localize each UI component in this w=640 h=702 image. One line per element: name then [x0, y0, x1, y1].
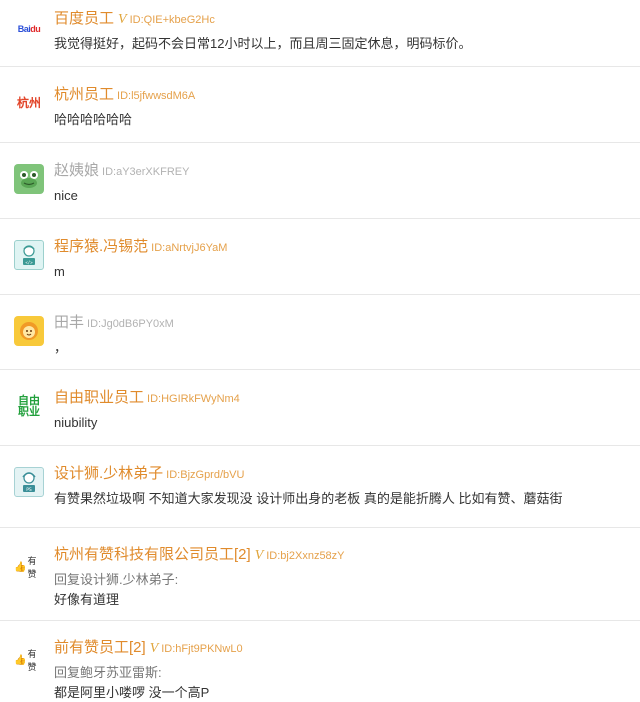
commenter-name[interactable]: 前有赞员工[2]: [54, 639, 146, 656]
comment-text: nice: [54, 188, 78, 203]
commenter-name[interactable]: 百度员工: [54, 10, 114, 27]
comment-text: 好像有道理: [54, 592, 120, 607]
reply-to-label[interactable]: 回复设计狮.少林弟子:: [54, 571, 632, 589]
comment-text: niubility: [54, 415, 98, 430]
user-id: ID:bj2Xxnz58zY: [266, 550, 345, 562]
youzan-logo-icon[interactable]: 👍 有赞: [14, 552, 44, 582]
verified-badge: V: [254, 548, 264, 563]
comment-text: 都是阿里小喽啰 没一个高P: [54, 685, 210, 700]
commenter-name[interactable]: 赵姨娘: [54, 162, 99, 179]
programmer-icon[interactable]: </>: [14, 240, 44, 270]
hangzhou-logo-icon[interactable]: 杭州: [14, 87, 44, 117]
user-id: ID:Jg0dB6PY0xM: [87, 318, 174, 330]
lion-icon[interactable]: [14, 316, 44, 346]
comment-item: 👍 有赞 前有赞员工[2] V ID:hFjt9PKNwL0 回复鲍牙苏亚雷斯: 都是…: [0, 621, 640, 702]
user-id: ID:BjzGprd/bVU: [166, 469, 245, 481]
verified-badge: V: [118, 12, 127, 27]
comment-item: Bai du 百度员工 V ID:QIE+kbeG2Hc 我觉得挺好，起码不会日常12…: [0, 0, 640, 67]
youzan-logo-icon[interactable]: 👍 有赞: [14, 645, 44, 675]
designer-icon[interactable]: PS: [14, 467, 44, 497]
frog-icon[interactable]: [14, 164, 44, 194]
comment-text: 有赞果然垃圾啊 不知道大家发现没 设计师出身的老板 真的是能折腾人 比如有赞、蘑…: [54, 491, 563, 506]
comment-item: 👍 有赞 杭州有赞科技有限公司员工[2] V ID:bj2Xxnz58zY 回复设计狮…: [0, 528, 640, 621]
commenter-name[interactable]: 田丰: [54, 314, 84, 331]
svg-text:PS: PS: [26, 487, 32, 493]
user-id: ID:l5jfwwsdM6A: [117, 90, 196, 102]
svg-text:</>: </>: [25, 260, 33, 265]
commenter-name[interactable]: 设计狮.少林弟子: [54, 465, 163, 482]
commenter-name[interactable]: 杭州有赞科技有限公司员工[2]: [54, 546, 251, 563]
user-id: ID:hFjt9PKNwL0: [161, 643, 243, 655]
commenter-name[interactable]: 自由职业员工: [54, 389, 144, 406]
commenter-name[interactable]: 杭州员工: [54, 86, 114, 103]
baidu-logo-icon[interactable]: Bai du: [14, 14, 44, 44]
comment-item: 赵姨娘 ID:aY3erXKFREY nice: [0, 143, 640, 219]
comment-item: </> 程序猿.冯锡范 ID:aNrtvjJ6YaM m: [0, 219, 640, 295]
comment-item: 杭州 杭州员工 ID:l5jfwwsdM6A 哈哈哈哈哈哈: [0, 67, 640, 143]
comment-text: m: [54, 264, 65, 279]
comment-item: 田丰 ID:Jg0dB6PY0xM ，: [0, 295, 640, 370]
verified-badge: V: [149, 641, 159, 656]
commenter-name[interactable]: 程序猿.冯锡范: [54, 238, 148, 255]
comment-text: 哈哈哈哈哈哈: [54, 112, 133, 127]
user-id: ID:HGIRkFWyNm4: [147, 393, 240, 405]
freelance-logo-icon[interactable]: 自由 职业: [14, 392, 44, 422]
comment-item: 自由 职业 自由职业员工 ID:HGIRkFWyNm4 niubility: [0, 370, 640, 446]
user-id: ID:aY3erXKFREY: [102, 166, 190, 178]
comment-text: ，: [54, 340, 68, 355]
comment-item: PS 设计狮.少林弟子 ID:BjzGprd/bVU 有赞果然垃圾啊 不知道大家发…: [0, 446, 640, 528]
user-id: ID:QIE+kbeG2Hc: [129, 14, 215, 26]
comment-text: 我觉得挺好，起码不会日常12小时以上，而且周三固定休息，明码标价。: [54, 36, 472, 51]
user-id: ID:aNrtvjJ6YaM: [151, 242, 228, 254]
reply-to-label[interactable]: 回复鲍牙苏亚雷斯:: [54, 664, 632, 682]
